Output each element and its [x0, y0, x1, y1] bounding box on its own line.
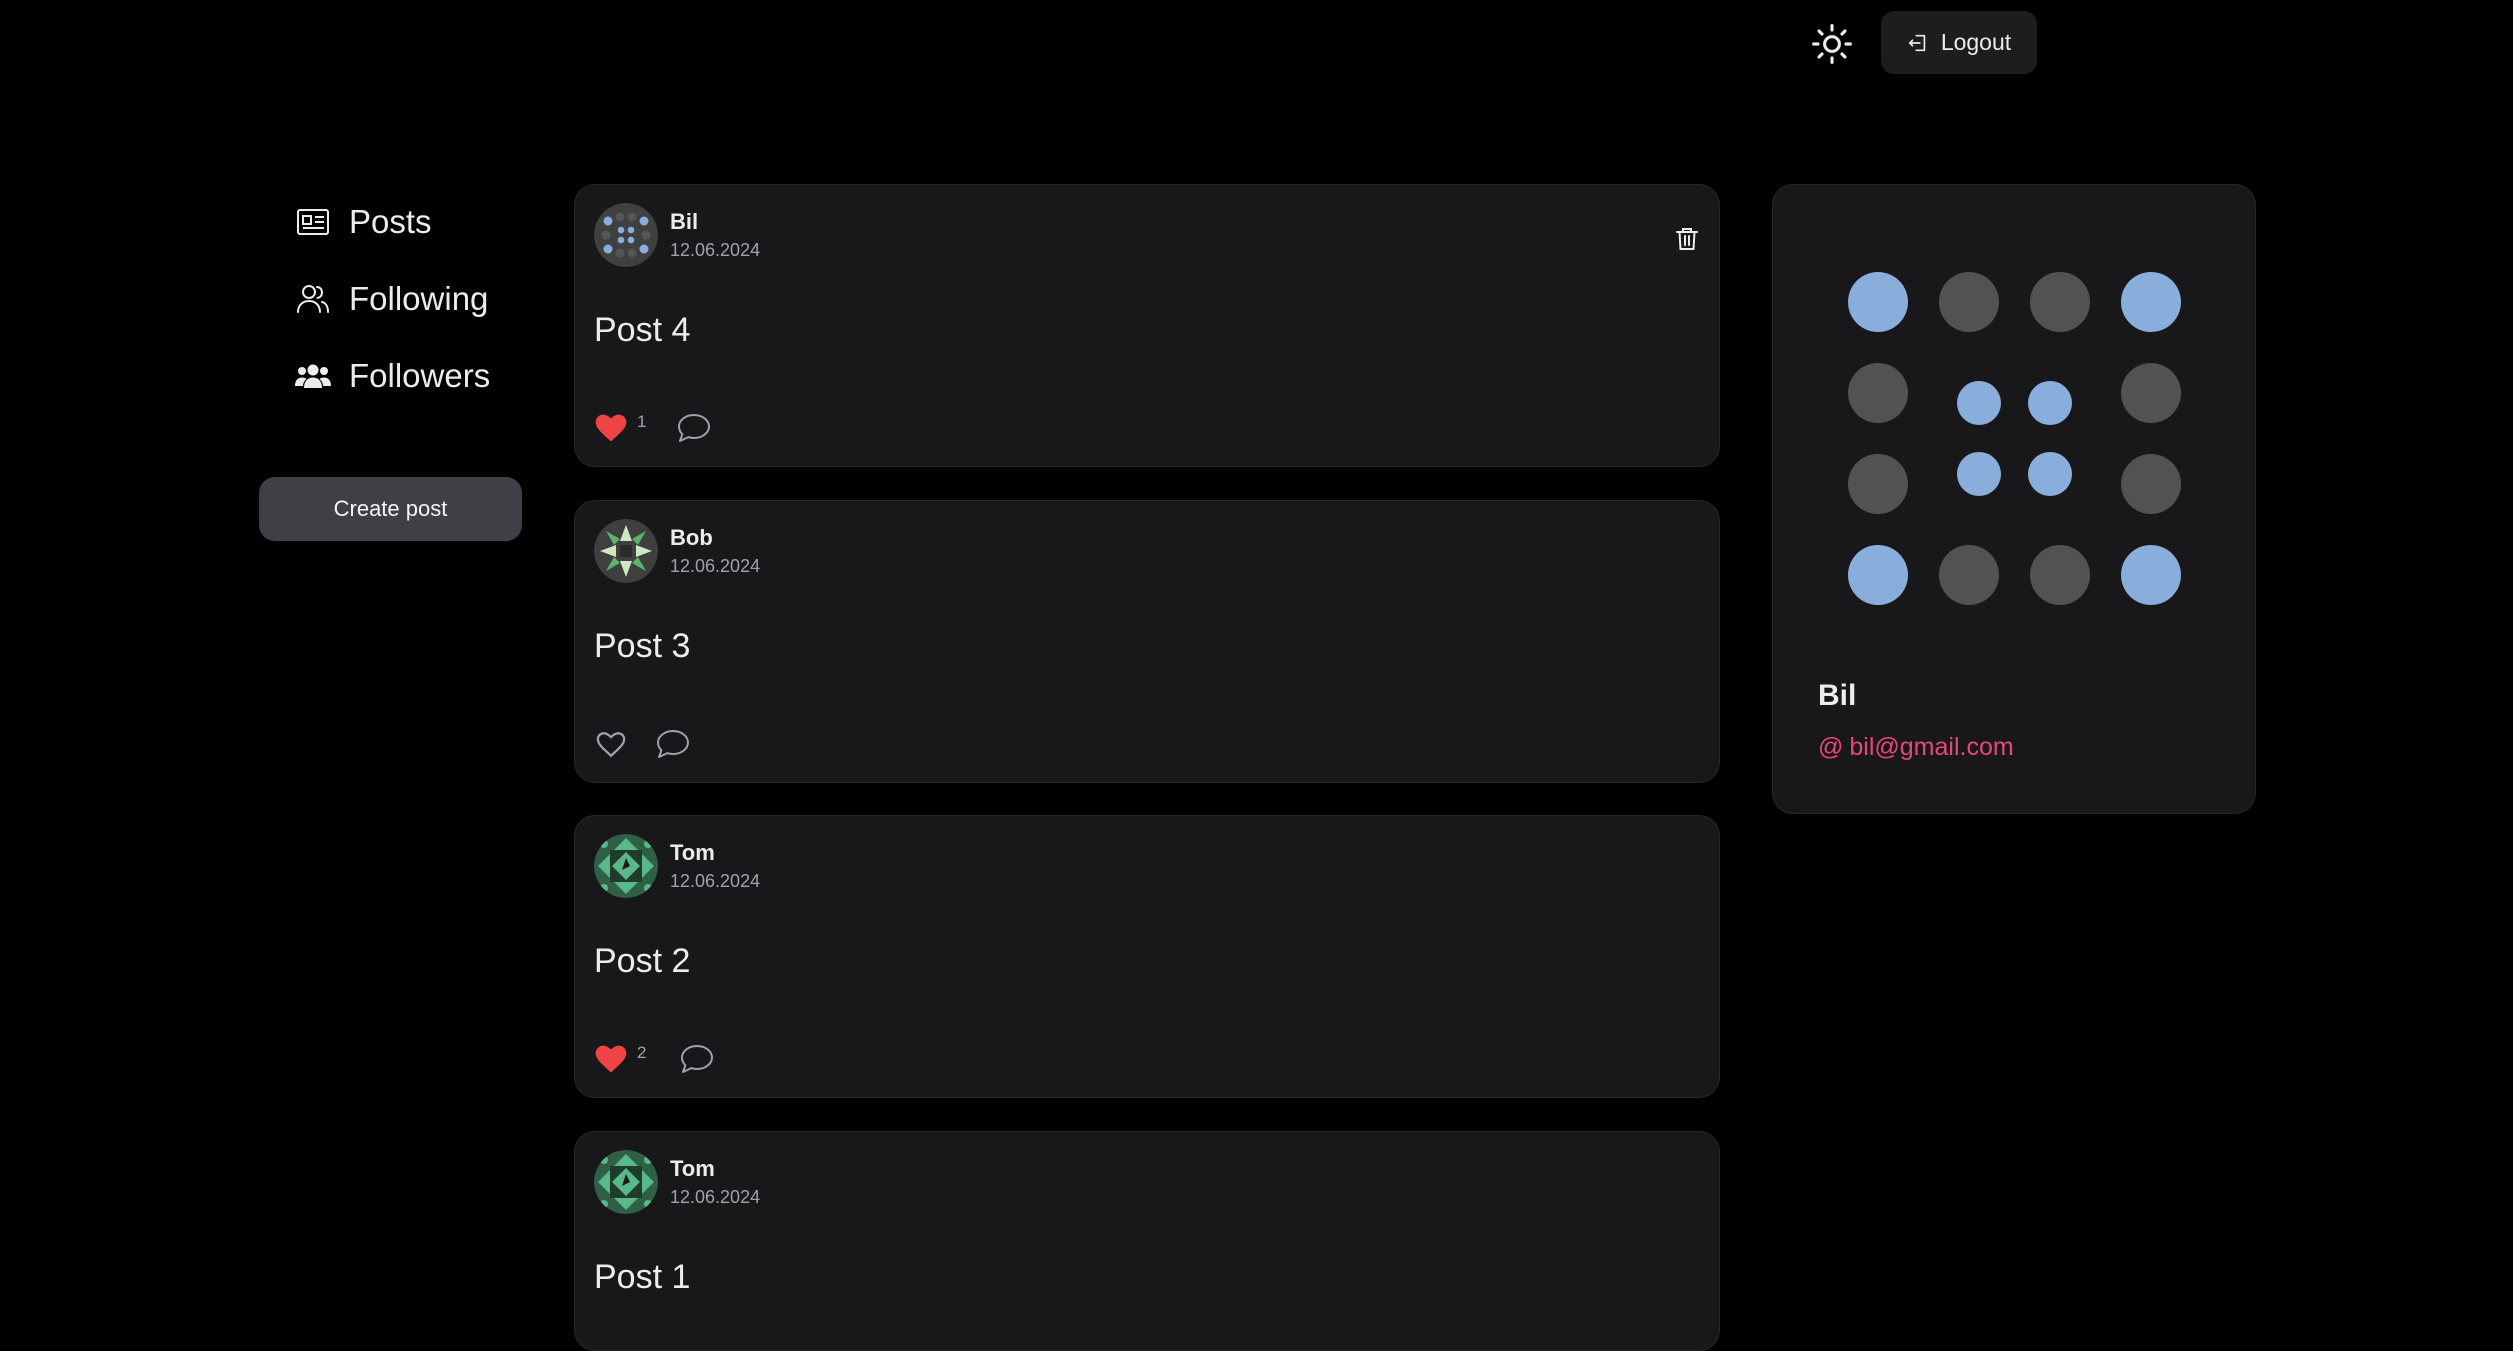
- post-card: Bil 12.06.2024 Post 4 1: [574, 184, 1720, 467]
- profile-name: Bil: [1818, 679, 1857, 712]
- post-author[interactable]: Bil: [670, 209, 698, 235]
- at-icon: @: [1818, 733, 1844, 761]
- post-date: 12.06.2024: [670, 871, 761, 891]
- comment-button[interactable]: [655, 727, 691, 761]
- profile-card: Bil @ bil@gmail.com: [1772, 184, 2256, 814]
- sidebar-item-label: Following: [349, 280, 489, 317]
- post-author[interactable]: Tom: [670, 840, 715, 866]
- sidebar-item-followers[interactable]: Followers: [295, 357, 490, 395]
- post-date: 12.06.2024: [670, 240, 761, 260]
- users-icon: [295, 281, 331, 317]
- post-date: 12.06.2024: [670, 1187, 761, 1207]
- post-card: Tom 12.06.2024 Post 2 2: [574, 815, 1720, 1098]
- post-author[interactable]: Tom: [670, 1156, 715, 1182]
- like-button[interactable]: [594, 413, 628, 443]
- sun-icon: [1812, 24, 1852, 64]
- like-count: 2: [637, 1043, 647, 1062]
- post-card: Bob 12.06.2024 Post 3: [574, 500, 1720, 783]
- avatar[interactable]: [594, 1150, 658, 1214]
- posts-icon: [295, 204, 331, 240]
- heart-outline-icon: [596, 731, 626, 757]
- comment-button[interactable]: [676, 411, 712, 445]
- group-icon: [295, 358, 331, 394]
- post-author[interactable]: Bob: [670, 525, 713, 551]
- sidebar-item-label: Posts: [349, 203, 432, 240]
- post-card: Tom 12.06.2024 Post 1: [574, 1131, 1720, 1351]
- avatar[interactable]: [594, 519, 658, 583]
- profile-email-text: bil@gmail.com: [1849, 733, 2014, 761]
- avatar[interactable]: [594, 834, 658, 898]
- sidebar-item-following[interactable]: Following: [295, 280, 488, 318]
- sidebar-item-posts[interactable]: Posts: [295, 203, 432, 241]
- logout-icon: [1908, 34, 1926, 51]
- delete-post-button[interactable]: [1673, 225, 1701, 253]
- create-post-button[interactable]: Create post: [259, 477, 522, 541]
- like-button[interactable]: [594, 729, 628, 759]
- heart-filled-icon: [595, 1045, 627, 1073]
- sidebar-item-label: Followers: [349, 357, 491, 394]
- profile-email: @ bil@gmail.com: [1818, 733, 2014, 762]
- create-post-label: Create post: [333, 496, 448, 521]
- trash-icon: [1676, 228, 1698, 250]
- theme-toggle-button[interactable]: [1808, 20, 1856, 68]
- heart-filled-icon: [595, 414, 627, 442]
- logout-label: Logout: [1940, 29, 2012, 55]
- post-date: 12.06.2024: [670, 556, 761, 576]
- profile-avatar: [1848, 272, 2181, 605]
- post-content: Post 1: [594, 1258, 691, 1296]
- comment-button[interactable]: [679, 1042, 715, 1076]
- post-content: Post 3: [594, 627, 691, 665]
- like-count: 1: [637, 412, 647, 431]
- post-content: Post 2: [594, 942, 691, 980]
- logout-button[interactable]: Logout: [1881, 11, 2037, 74]
- avatar[interactable]: [594, 203, 658, 267]
- comment-icon: [678, 414, 710, 442]
- comment-icon: [657, 730, 689, 758]
- like-button[interactable]: [594, 1044, 628, 1074]
- post-content: Post 4: [594, 311, 691, 349]
- comment-icon: [681, 1045, 713, 1073]
